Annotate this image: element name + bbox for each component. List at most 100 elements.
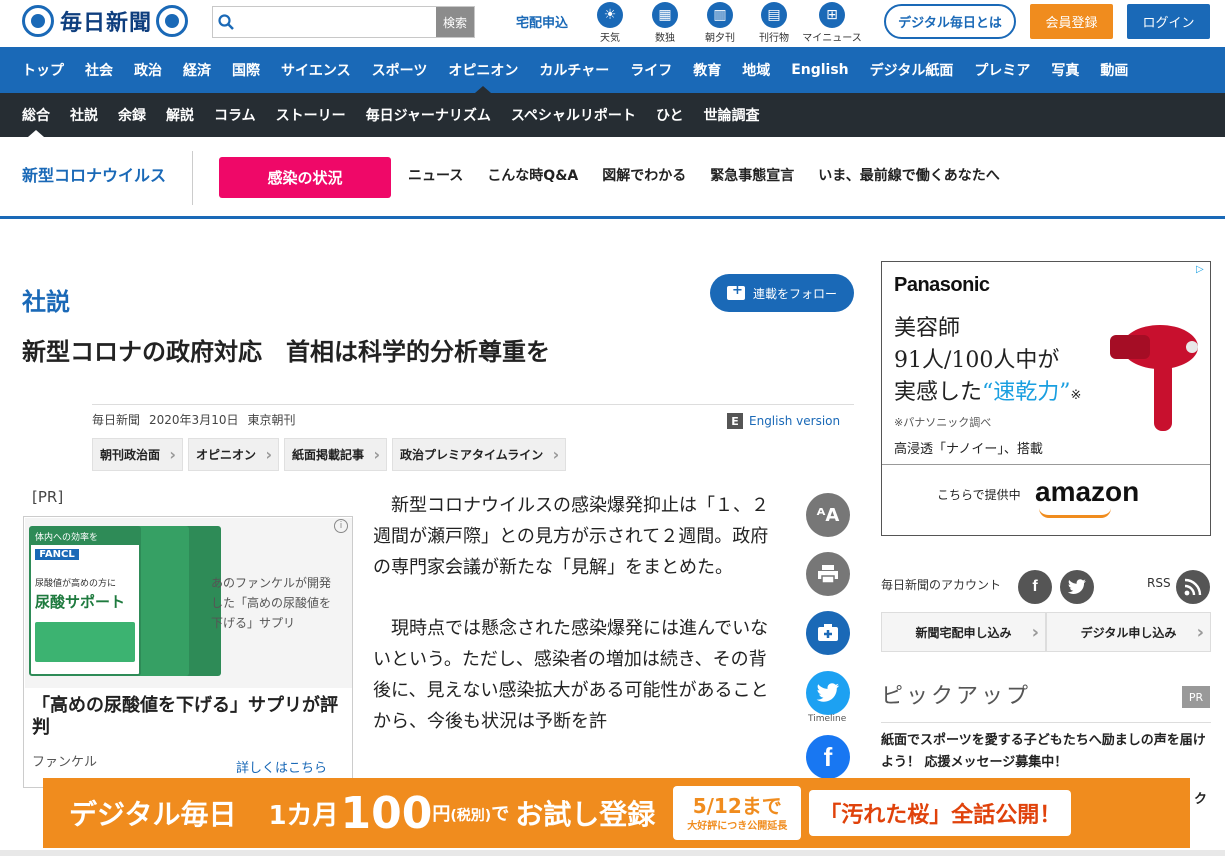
ad-product-image: 体内への効率を FANCL 尿酸値が高めの方に 尿酸サポート あのファンケルが開… <box>25 518 352 688</box>
tag-link[interactable]: 朝刊政治面 <box>92 438 184 471</box>
divider <box>881 722 1211 723</box>
rss-icon <box>1184 578 1202 596</box>
corona-link-news[interactable]: ニュース <box>408 165 463 185</box>
twitter-timeline-label: Timeline <box>808 714 847 724</box>
ad-more-link[interactable]: 詳しくはこちら <box>236 757 327 776</box>
pickup-item[interactable]: 紙面でスポーツを愛する子どもたちへ励ましの声を届けよう！ 応援メッセージ募集中！ <box>881 730 1211 774</box>
digital-trial-banner[interactable]: デジタル毎日 1カ月 100 円(税別)で お試し登録 5/12まで 大好評につ… <box>43 778 1190 848</box>
banner-promo: 「汚れた桜」全話公開！ <box>809 790 1072 836</box>
member-register-button[interactable]: 会員登録 <box>1030 4 1113 39</box>
nav-item[interactable]: 教育 <box>693 47 721 93</box>
subnav-item[interactable]: 社説 <box>70 93 98 137</box>
english-version-link[interactable]: E English version <box>727 413 840 429</box>
article-source: 毎日新聞 <box>92 413 141 427</box>
pickup-item-partial[interactable]: ク <box>1194 788 1207 807</box>
subnav-item[interactable]: ひと <box>656 93 684 137</box>
corona-topic-title[interactable]: 新型コロナウイルス <box>22 162 166 186</box>
facebook-share-button[interactable]: f <box>806 735 850 779</box>
subnav-item[interactable]: 解説 <box>166 93 194 137</box>
font-size-icon: ᴬA <box>816 504 840 526</box>
info-icon[interactable]: i <box>334 519 348 533</box>
logo-emblem-icon <box>22 5 54 37</box>
newspaper-delivery-button[interactable]: 新聞宅配申し込み <box>881 612 1046 652</box>
search-button[interactable]: 検索 <box>436 7 474 37</box>
quick-link-newspaper[interactable]: ▥ 朝夕刊 <box>690 2 750 44</box>
follow-series-button[interactable]: 連載をフォロー <box>710 274 854 312</box>
ad-copy-note-mark: ※ <box>1070 388 1082 403</box>
rss-link[interactable] <box>1176 570 1210 604</box>
subnav-item[interactable]: 毎日ジャーナリズム <box>366 93 491 137</box>
nav-item[interactable]: English <box>791 47 848 93</box>
ad-copy-line2: 91人/100人中が <box>894 348 1060 373</box>
nav-item[interactable]: 動画 <box>1100 47 1128 93</box>
horizontal-scrollbar[interactable] <box>0 850 1225 856</box>
infection-status-button[interactable]: 感染の状況 <box>219 157 391 198</box>
delivery-link[interactable]: 宅配申込 <box>516 12 568 31</box>
quick-link-sudoku[interactable]: ▦ 数独 <box>635 2 695 44</box>
quick-link-publications[interactable]: ▤ 刊行物 <box>744 2 804 44</box>
banner-tax: (税別) <box>450 808 492 824</box>
corona-link-emergency[interactable]: 緊急事態宣言 <box>710 165 794 185</box>
nav-item[interactable]: 経済 <box>183 47 211 93</box>
nav-item[interactable]: カルチャー <box>539 47 609 93</box>
panasonic-amazon-ad[interactable]: ▷ Panasonic 美容師 91人/100人中が 実感した“速乾力”※ ※パ… <box>881 261 1211 536</box>
quick-link-label: 刊行物 <box>759 33 789 44</box>
nav-item[interactable]: トップ <box>22 47 64 93</box>
nav-item[interactable]: ライフ <box>630 47 672 93</box>
quick-link-my-news[interactable]: ⊞ マイニュース <box>802 2 862 44</box>
nav-item[interactable]: オピニオン <box>448 47 518 93</box>
facebook-icon: f <box>823 741 833 772</box>
facebook-account-link[interactable]: f <box>1018 570 1052 604</box>
rss-link-label[interactable]: RSS <box>1147 576 1171 590</box>
subnav-item[interactable]: スペシャルリポート <box>511 93 636 137</box>
banner-price: 100 <box>340 787 433 839</box>
print-button[interactable] <box>806 552 850 596</box>
font-size-button[interactable]: ᴬA <box>806 493 850 537</box>
banner-duration: 1カ月 <box>268 800 339 831</box>
subnav-item[interactable]: ストーリー <box>276 93 346 137</box>
banner-date-box: 5/12まで 大好評につき公開延長 <box>673 786 802 840</box>
nav-item[interactable]: 地域 <box>742 47 770 93</box>
tag-link[interactable]: オピニオン <box>188 438 280 471</box>
nav-item[interactable]: 政治 <box>134 47 162 93</box>
mybox-add-button[interactable] <box>806 611 850 655</box>
subnav-item[interactable]: 総合 <box>22 93 50 137</box>
search-input[interactable] <box>239 7 436 37</box>
corona-links: ニュース こんな時Q&A 図解でわかる 緊急事態宣言 いま、最前線で働くあなたへ <box>408 165 1024 185</box>
tag-link[interactable]: 政治プレミアタイムライン <box>392 438 567 471</box>
subnav-item[interactable]: 余録 <box>118 93 146 137</box>
nav-item[interactable]: 社会 <box>85 47 113 93</box>
nav-item[interactable]: 国際 <box>232 47 260 93</box>
product-subtitle: 尿酸値が高めの方に <box>35 579 117 589</box>
twitter-account-link[interactable] <box>1060 570 1094 604</box>
divider <box>192 151 193 205</box>
site-logo[interactable]: 毎日新聞 <box>22 5 189 37</box>
pr-label: [PR] <box>32 488 64 506</box>
amazon-smile-icon <box>1039 508 1111 518</box>
ad-copy-text: 実感した <box>894 380 983 405</box>
nav-item[interactable]: スポーツ <box>372 47 428 93</box>
nav-item[interactable]: プレミア <box>974 47 1030 93</box>
ad-title[interactable]: 「高めの尿酸値を下げる」サプリが評判 <box>32 695 347 739</box>
subnav-item[interactable]: コラム <box>214 93 256 137</box>
nav-item[interactable]: デジタル紙面 <box>870 47 954 93</box>
nav-item[interactable]: 写真 <box>1051 47 1079 93</box>
article-body: 新型コロナウイルスの感染爆発抑止は「１、２週間が瀬戸際」との見方が示されて２週間… <box>373 490 773 767</box>
quick-link-weather[interactable]: ☀ 天気 <box>580 2 640 44</box>
corona-link-diagram[interactable]: 図解でわかる <box>602 165 686 185</box>
subnav-item[interactable]: 世論調査 <box>704 93 760 137</box>
fancl-ad[interactable]: 体内への効率を FANCL 尿酸値が高めの方に 尿酸サポート あのファンケルが開… <box>23 516 353 788</box>
ad-provided-label: こちらで提供中 <box>937 488 1021 502</box>
corona-link-qa[interactable]: こんな時Q&A <box>487 165 578 185</box>
adchoices-icon[interactable]: ▷ <box>1196 264 1208 276</box>
nav-item[interactable]: サイエンス <box>281 47 351 93</box>
digital-apply-button[interactable]: デジタル申し込み <box>1046 612 1211 652</box>
digital-mainichi-button[interactable]: デジタル毎日とは <box>884 4 1016 39</box>
twitter-share-button[interactable] <box>806 671 850 715</box>
article-category[interactable]: 社説 <box>22 282 70 317</box>
ad-copy-highlight: “速乾力” <box>982 380 1071 405</box>
tag-link[interactable]: 紙面掲載記事 <box>284 438 388 471</box>
corona-link-frontline[interactable]: いま、最前線で働くあなたへ <box>818 165 999 185</box>
login-button[interactable]: ログイン <box>1127 4 1210 39</box>
article-headline: 新型コロナの政府対応 首相は科学的分析尊重を <box>22 338 550 366</box>
